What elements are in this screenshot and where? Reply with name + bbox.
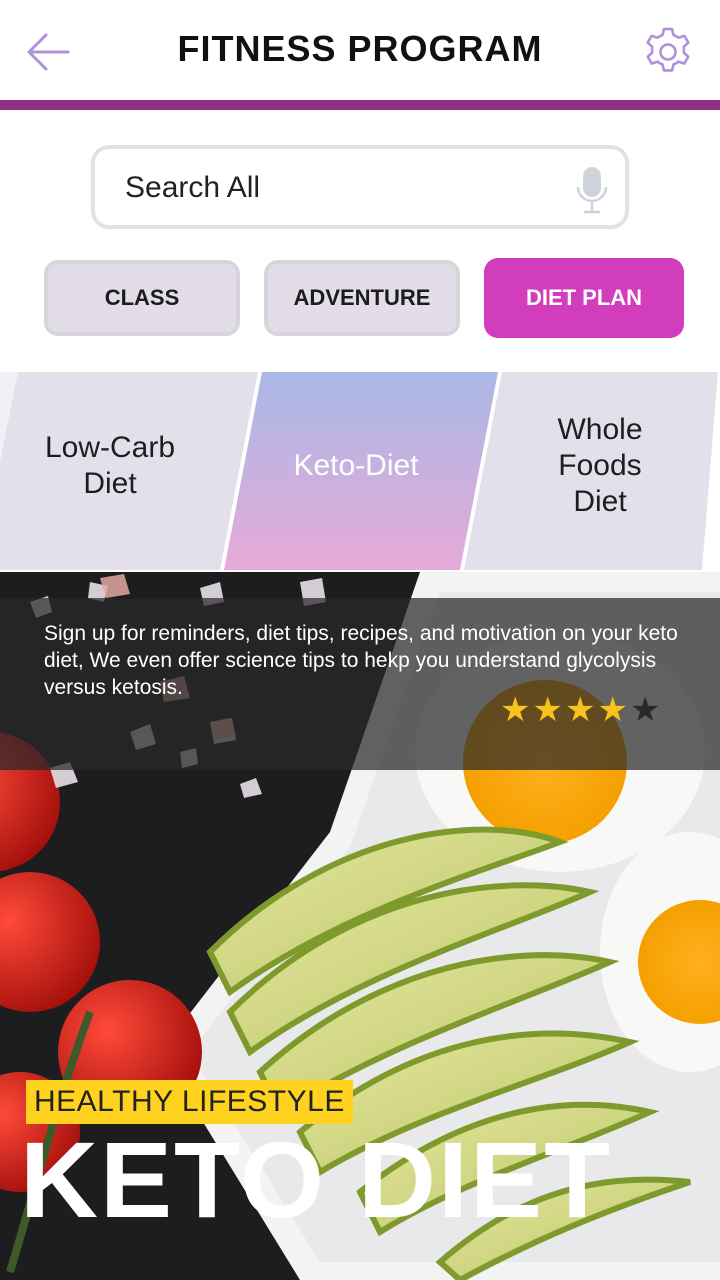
header-accent-bar	[0, 100, 720, 110]
star-icon: ★	[629, 691, 661, 729]
search-input[interactable]	[123, 163, 547, 213]
star-icon: ★	[597, 691, 628, 729]
hero-card[interactable]: Sign up for reminders, diet tips, recipe…	[0, 572, 720, 1280]
star-icon: ★	[532, 691, 563, 729]
tab-label-line: Foods	[558, 449, 642, 482]
hero-tag: HEALTHY LIFESTYLE	[26, 1080, 353, 1124]
microphone-icon[interactable]	[575, 165, 609, 215]
star-icon: ★	[500, 691, 531, 729]
category-diet-plan-button[interactable]: DIET PLAN	[484, 258, 684, 338]
tab-label-line: Keto-Diet	[293, 449, 419, 482]
hero-description: Sign up for reminders, diet tips, recipe…	[44, 622, 678, 699]
diet-tab-strip: Low-Carb Diet Keto-Diet Whole Foods Diet	[0, 372, 720, 570]
tab-low-carb[interactable]: Low-Carb Diet	[10, 430, 210, 502]
app-header: FITNESS PROGRAM	[0, 0, 720, 100]
category-adventure-button[interactable]: ADVENTURE	[264, 260, 460, 336]
star-rating[interactable]: ★ ★ ★ ★ ★	[500, 692, 660, 728]
star-icon: ★	[564, 691, 596, 729]
search-box[interactable]	[91, 145, 629, 229]
category-class-button[interactable]: CLASS	[44, 260, 240, 336]
tab-label-line: Whole	[557, 413, 643, 446]
tab-keto-diet[interactable]: Keto-Diet	[256, 448, 456, 484]
category-label: CLASS	[104, 285, 180, 310]
page-title: FITNESS PROGRAM	[177, 28, 543, 69]
gear-icon[interactable]	[642, 26, 694, 78]
tab-label-line: Diet	[83, 467, 137, 500]
tab-label-line: Diet	[573, 485, 627, 518]
category-label: DIET PLAN	[525, 285, 643, 310]
tab-label-line: Low-Carb	[44, 431, 176, 464]
category-label: ADVENTURE	[293, 285, 431, 310]
hero-headline: KETO DIET	[20, 1119, 613, 1240]
tab-whole-foods[interactable]: Whole Foods Diet	[500, 412, 700, 520]
